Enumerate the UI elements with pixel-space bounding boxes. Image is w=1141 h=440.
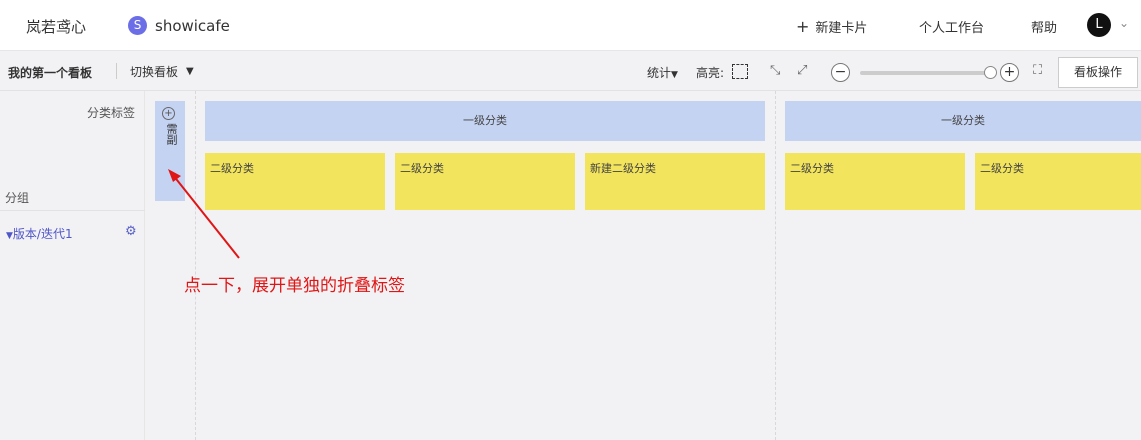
annotation-text: 点一下，展开单独的折叠标签 <box>184 276 405 296</box>
annotation-arrow <box>168 169 240 259</box>
